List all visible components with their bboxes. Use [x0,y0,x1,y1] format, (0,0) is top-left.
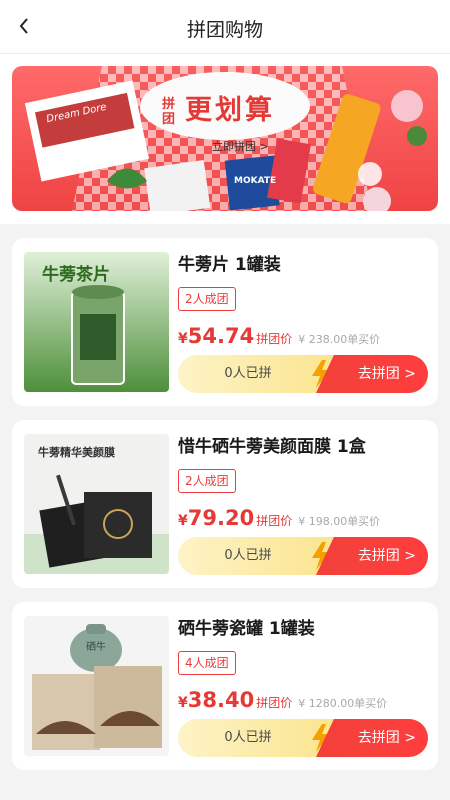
group-price: 38.40 [187,688,255,712]
original-price: ¥ 238.00单买价 [298,333,381,346]
nav-bar: 拼团购物 [0,0,450,54]
group-price-label: 拼团价 [256,514,293,528]
banner-headline: 拼团 更划算 [162,88,275,127]
group-buy-bar: 0人已拼 去拼团 > [178,537,428,575]
price-row: ¥38.40 拼团价 ¥ 1280.00单买价 [178,688,387,712]
product-card[interactable]: 牛蒡精华美颜膜 惜牛硒牛蒡美颜面膜 1盒 2人成团 ¥79.20 拼团价 ¥ 198… [12,420,438,588]
group-size-badge: 2人成团 [178,287,236,311]
banner-section: 拼团 更划算 立即拼团 > Dream Dore MOKATE [0,54,450,224]
banner-small-text: 拼团 [162,96,176,127]
group-buy-bar: 0人已拼 去拼团 > [178,719,428,757]
join-group-button[interactable]: 去拼团 > [316,355,428,393]
join-group-button[interactable]: 去拼团 > [316,537,428,575]
product-card[interactable]: 牛蒡茶片 牛蒡片 1罐装 2人成团 ¥54.74 拼团价 ¥ 238.00单买价 0… [12,238,438,406]
price-row: ¥54.74 拼团价 ¥ 238.00单买价 [178,324,380,348]
product-image-text: 硒牛 [86,642,106,653]
group-price-label: 拼团价 [256,696,293,710]
product-image-text: 牛蒡茶片 [42,265,110,285]
banner-cta[interactable]: 立即拼团 > [212,138,269,154]
currency-symbol: ¥ [178,695,188,711]
product-card[interactable]: 硒牛 硒牛蒡瓷罐 1罐装 4人成团 ¥38.40 拼团价 ¥ 1280.00单买价 … [12,602,438,770]
currency-symbol: ¥ [178,331,188,347]
group-size-badge: 2人成团 [178,469,236,493]
product-image[interactable]: 牛蒡茶片 [24,252,169,392]
product-image[interactable]: 硒牛 [24,616,169,756]
joined-count: 0人已拼 [224,548,272,563]
product-image[interactable]: 牛蒡精华美颜膜 [24,434,169,574]
product-name: 硒牛蒡瓷罐 1罐装 [178,619,315,639]
original-price: ¥ 1280.00单买价 [298,697,388,710]
product-image-text: 牛蒡精华美颜膜 [38,446,115,459]
product-name: 惜牛硒牛蒡美颜面膜 1盒 [178,437,366,457]
group-price: 54.74 [187,324,255,348]
original-price: ¥ 198.00单买价 [298,515,381,528]
banner-headline-text: 更划算 [185,95,275,126]
joined-count: 0人已拼 [224,366,272,381]
price-row: ¥79.20 拼团价 ¥ 198.00单买价 [178,506,380,530]
group-size-badge: 4人成团 [178,651,236,675]
currency-symbol: ¥ [178,513,188,529]
product-name: 牛蒡片 1罐装 [178,255,281,275]
group-price-label: 拼团价 [256,332,293,346]
page-title: 拼团购物 [186,19,263,41]
group-price: 79.20 [187,506,255,530]
joined-count: 0人已拼 [224,730,272,745]
join-group-button[interactable]: 去拼团 > [316,719,428,757]
promo-banner[interactable]: 拼团 更划算 立即拼团 > Dream Dore MOKATE [12,66,438,211]
banner-mokate-text: MOKATE [234,176,277,186]
group-buy-bar: 0人已拼 去拼团 > [178,355,428,393]
